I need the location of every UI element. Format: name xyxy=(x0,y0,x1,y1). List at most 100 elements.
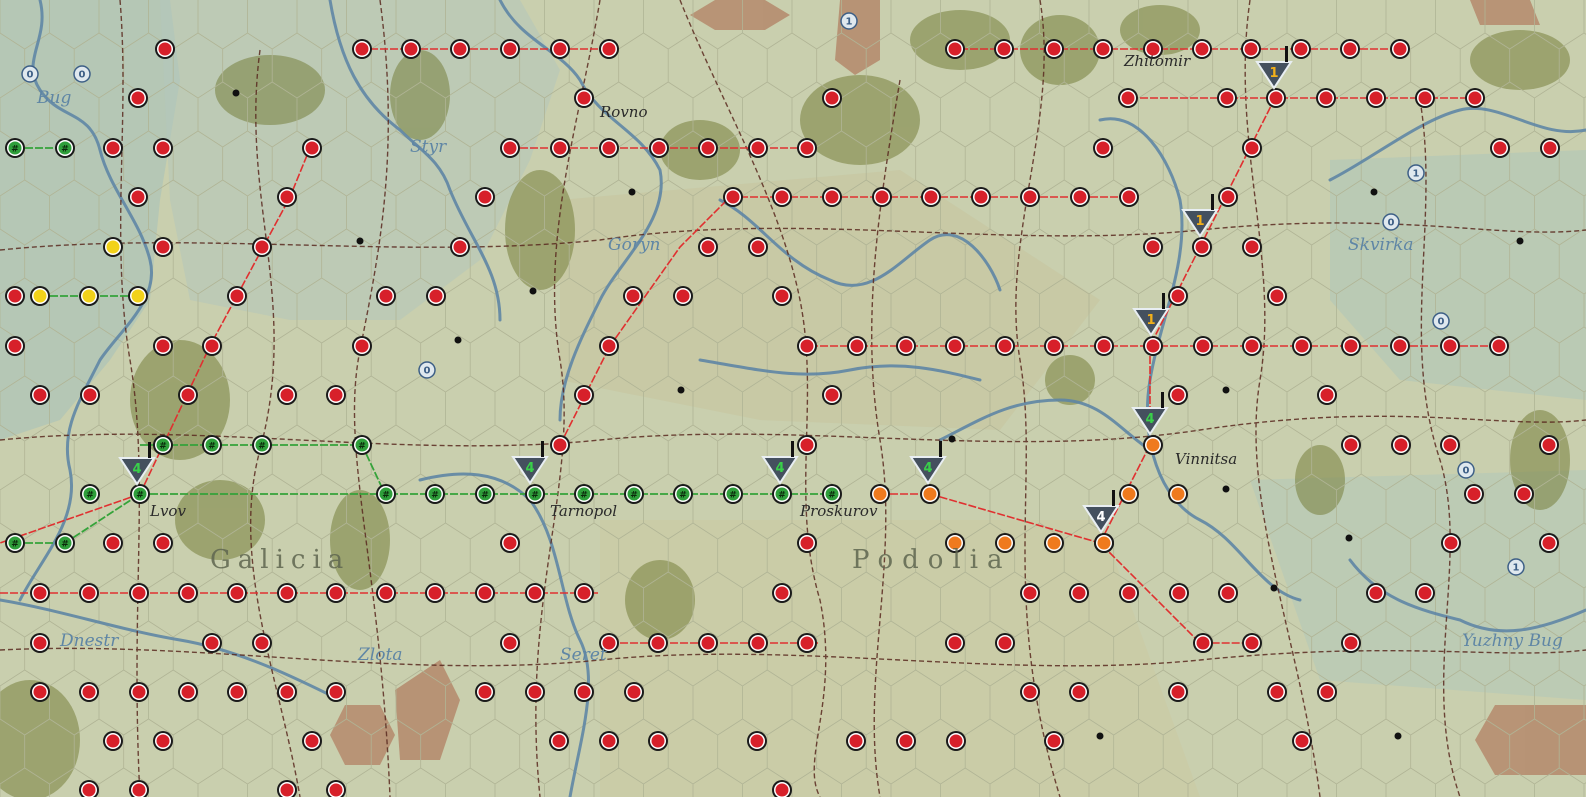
hex-node[interactable] xyxy=(153,237,173,257)
hex-node[interactable] xyxy=(1540,138,1560,158)
hex-node[interactable] xyxy=(1391,435,1411,455)
hex-node[interactable] xyxy=(1316,88,1336,108)
hex-node[interactable] xyxy=(103,533,123,553)
hex-node[interactable]: # xyxy=(772,484,792,504)
hex-node[interactable]: # xyxy=(425,484,445,504)
hex-node[interactable] xyxy=(797,336,817,356)
hex-node[interactable] xyxy=(822,187,842,207)
hex-node[interactable] xyxy=(1168,385,1188,405)
hex-node[interactable] xyxy=(1292,731,1312,751)
hex-node[interactable] xyxy=(500,633,520,653)
hex-node[interactable] xyxy=(1119,484,1139,504)
hex-node[interactable] xyxy=(1143,435,1163,455)
hex-node[interactable] xyxy=(599,731,619,751)
hex-node[interactable] xyxy=(153,138,173,158)
hex-node[interactable] xyxy=(352,39,372,59)
hex-node[interactable] xyxy=(945,633,965,653)
supply-badge[interactable]: 1 xyxy=(1507,558,1525,576)
hex-node[interactable] xyxy=(1267,682,1287,702)
hex-node[interactable] xyxy=(1440,336,1460,356)
hex-node[interactable] xyxy=(747,731,767,751)
hex-node[interactable] xyxy=(376,286,396,306)
hex-node[interactable] xyxy=(1044,731,1064,751)
hex-node[interactable] xyxy=(79,286,99,306)
hex-node[interactable]: # xyxy=(5,533,25,553)
hex-node[interactable] xyxy=(475,583,495,603)
hex-node[interactable] xyxy=(30,583,50,603)
hex-node[interactable]: # xyxy=(252,435,272,455)
hex-node[interactable] xyxy=(1267,286,1287,306)
hex-node[interactable] xyxy=(1143,237,1163,257)
hex-node[interactable] xyxy=(772,583,792,603)
hex-node[interactable] xyxy=(1020,583,1040,603)
hex-node[interactable] xyxy=(822,88,842,108)
hex-node[interactable] xyxy=(1390,39,1410,59)
hex-node[interactable] xyxy=(376,583,396,603)
supply-badge[interactable]: 0 xyxy=(418,361,436,379)
hex-node[interactable] xyxy=(426,286,446,306)
hex-node[interactable] xyxy=(277,583,297,603)
hex-node[interactable] xyxy=(129,682,149,702)
hex-node[interactable] xyxy=(79,682,99,702)
hex-node[interactable] xyxy=(1020,187,1040,207)
hex-node[interactable] xyxy=(673,286,693,306)
hex-node[interactable] xyxy=(1093,39,1113,59)
hex-node[interactable] xyxy=(252,237,272,257)
hex-node[interactable] xyxy=(1143,336,1163,356)
hex-node[interactable] xyxy=(103,731,123,751)
hex-node[interactable] xyxy=(1366,583,1386,603)
hex-node[interactable] xyxy=(624,682,644,702)
hex-node[interactable] xyxy=(995,336,1015,356)
hex-node[interactable] xyxy=(103,237,123,257)
hex-node[interactable] xyxy=(202,633,222,653)
hex-node[interactable] xyxy=(500,138,520,158)
hex-node[interactable] xyxy=(30,385,50,405)
hex-node[interactable] xyxy=(550,39,570,59)
hex-node[interactable] xyxy=(1169,583,1189,603)
hex-node[interactable] xyxy=(797,435,817,455)
hex-node[interactable] xyxy=(1168,286,1188,306)
hex-node[interactable] xyxy=(1241,39,1261,59)
supply-badge[interactable]: 1 xyxy=(1407,164,1425,182)
game-map[interactable]: # # # # # # # # # # # # # # # # # # # # 0 0 1 0 0 0 0 1 1 1 1 1 4 4 4 4 4 4… xyxy=(0,0,1586,797)
hex-node[interactable] xyxy=(1044,533,1064,553)
hex-node[interactable] xyxy=(599,39,619,59)
hex-node[interactable] xyxy=(500,533,520,553)
hex-node[interactable] xyxy=(1093,138,1113,158)
hex-node[interactable] xyxy=(748,237,768,257)
hex-node[interactable] xyxy=(1070,187,1090,207)
hex-node[interactable] xyxy=(1192,39,1212,59)
hex-node[interactable] xyxy=(623,286,643,306)
hex-node[interactable]: # xyxy=(525,484,545,504)
hex-node[interactable] xyxy=(1193,336,1213,356)
hex-node[interactable]: # xyxy=(202,435,222,455)
hex-node[interactable] xyxy=(574,583,594,603)
hex-node[interactable] xyxy=(103,138,123,158)
hex-node[interactable] xyxy=(994,39,1014,59)
supply-badge[interactable]: 0 xyxy=(1457,461,1475,479)
hex-node[interactable] xyxy=(1292,336,1312,356)
hex-node[interactable] xyxy=(698,138,718,158)
hex-node[interactable]: # xyxy=(153,435,173,455)
hex-node[interactable] xyxy=(1069,583,1089,603)
hex-node[interactable] xyxy=(155,39,175,59)
hex-node[interactable] xyxy=(1242,138,1262,158)
hex-node[interactable] xyxy=(1441,533,1461,553)
hex-node[interactable] xyxy=(1168,484,1188,504)
supply-badge[interactable]: 1 xyxy=(840,12,858,30)
hex-node[interactable] xyxy=(5,286,25,306)
hex-node[interactable] xyxy=(1242,237,1262,257)
hex-node[interactable] xyxy=(723,187,743,207)
hex-node[interactable] xyxy=(227,286,247,306)
hex-node[interactable] xyxy=(1340,39,1360,59)
hex-node[interactable]: # xyxy=(822,484,842,504)
hex-node[interactable] xyxy=(797,633,817,653)
hex-node[interactable] xyxy=(178,682,198,702)
hex-node[interactable] xyxy=(1119,583,1139,603)
hex-node[interactable]: # xyxy=(376,484,396,504)
supply-badge[interactable]: 0 xyxy=(73,65,91,83)
hex-node[interactable] xyxy=(772,286,792,306)
hex-node[interactable] xyxy=(128,88,148,108)
hex-node[interactable] xyxy=(1094,533,1114,553)
hex-node[interactable] xyxy=(896,731,916,751)
